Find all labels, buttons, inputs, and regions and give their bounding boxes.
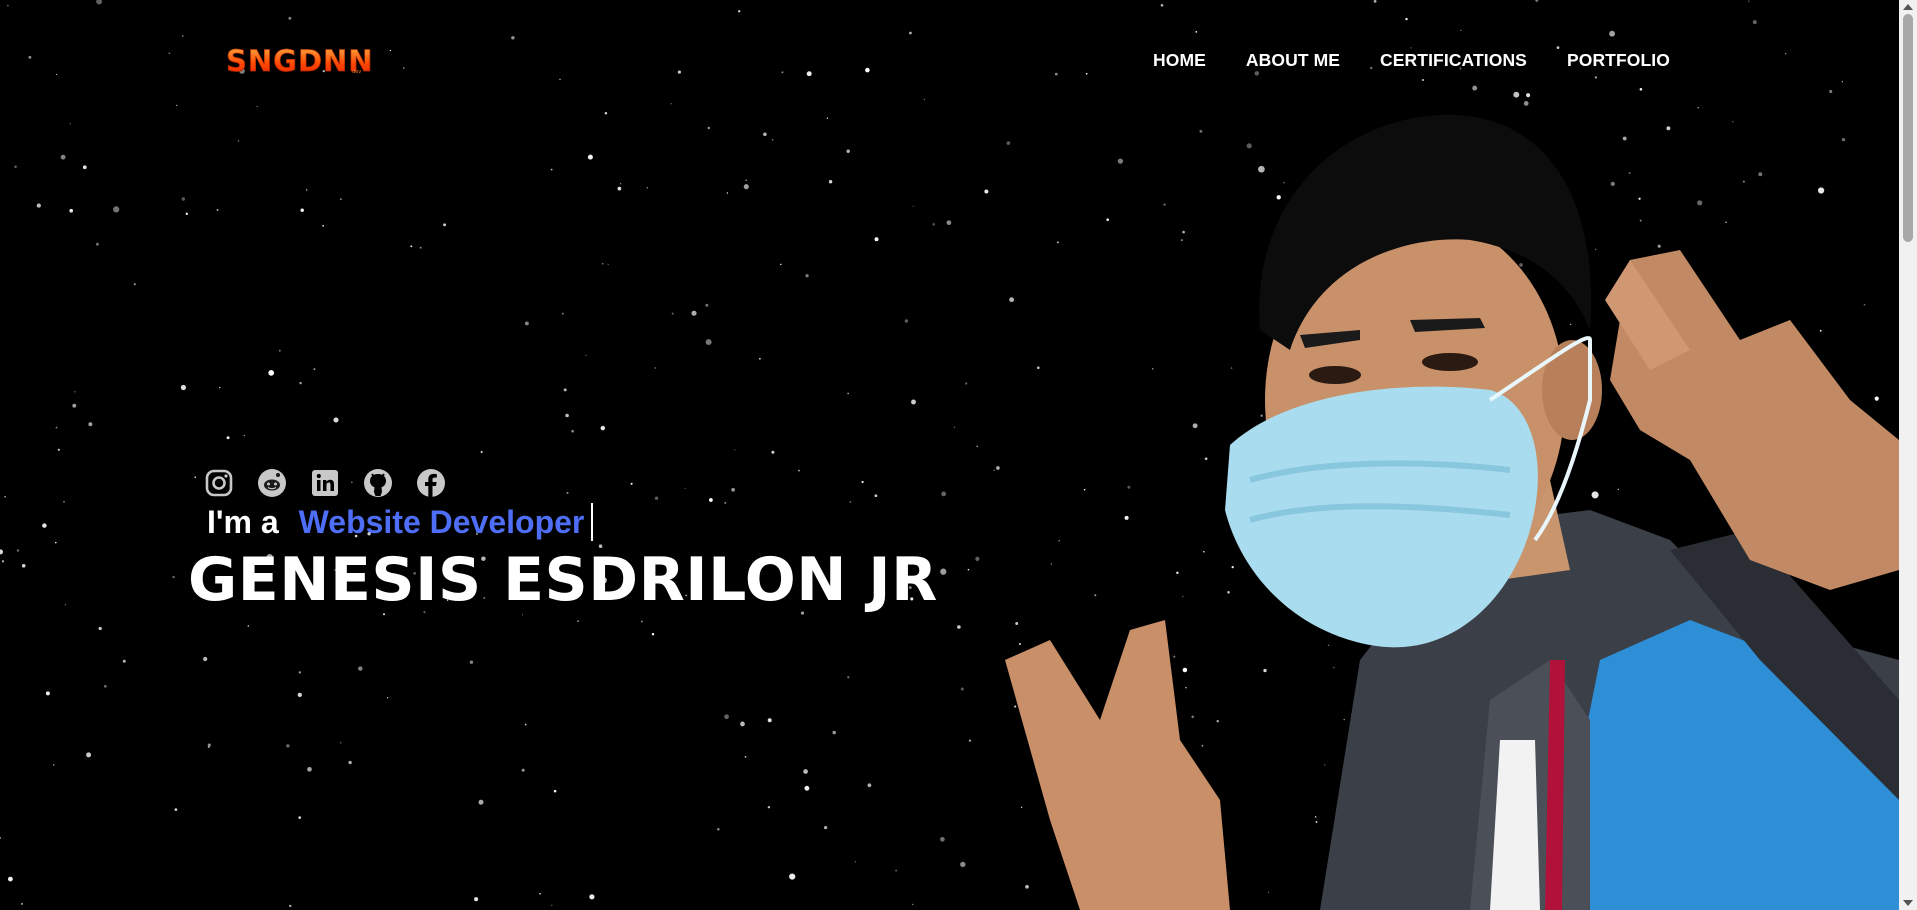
intro-line: I'm a Website Developer <box>207 503 594 541</box>
typing-cursor <box>591 503 594 541</box>
page-scrollbar[interactable] <box>1899 0 1917 910</box>
nav-home[interactable]: HOME <box>1153 50 1206 71</box>
nav-about-me[interactable]: ABOUT ME <box>1246 50 1340 71</box>
scroll-up-arrow-icon[interactable] <box>1903 4 1913 10</box>
scroll-down-arrow-icon[interactable] <box>1903 900 1913 906</box>
intro-prefix: I'm a <box>207 503 279 540</box>
facebook-icon[interactable] <box>416 468 446 498</box>
hero-section: SNGDNN dev HOME ABOUT ME CERTIFICATIONS … <box>0 0 1899 910</box>
reddit-icon[interactable] <box>257 468 287 498</box>
nav-portfolio[interactable]: PORTFOLIO <box>1567 50 1670 71</box>
main-nav: HOME ABOUT ME CERTIFICATIONS PORTFOLIO <box>1153 50 1670 71</box>
typed-role: Website Developer <box>298 503 585 540</box>
nav-certifications[interactable]: CERTIFICATIONS <box>1380 50 1527 71</box>
scrollbar-thumb[interactable] <box>1903 14 1913 242</box>
social-links <box>204 468 446 498</box>
linkedin-icon[interactable] <box>310 468 340 498</box>
site-logo-sub: dev <box>352 69 362 75</box>
profile-photo <box>1005 114 1899 910</box>
hero-name: GENESIS ESDRILON JR <box>188 545 938 615</box>
instagram-icon[interactable] <box>204 468 234 498</box>
github-icon[interactable] <box>363 468 393 498</box>
